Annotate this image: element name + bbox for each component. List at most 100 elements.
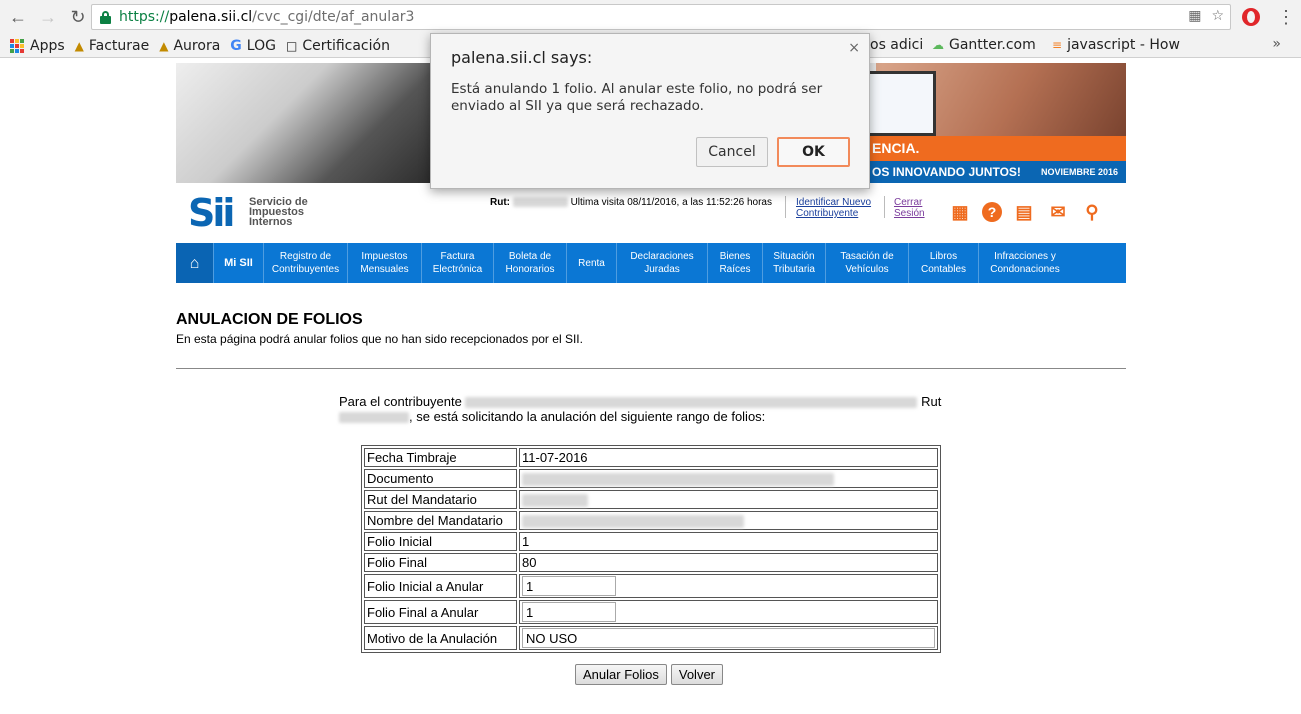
stackoverflow-icon: ≡ (1052, 38, 1063, 52)
nav-bienes[interactable]: Bienes Raíces (708, 243, 763, 283)
lock-icon (100, 10, 111, 24)
bookmark-label: Facturae (88, 37, 150, 54)
nav-home[interactable]: ⌂ (176, 243, 214, 283)
nombre-mandatario-redacted (522, 515, 744, 529)
logout-link[interactable]: Cerrar Sesión (894, 197, 925, 219)
nav-libros[interactable]: Libros Contables (909, 243, 979, 283)
motivo-input[interactable] (522, 628, 935, 649)
nav-registro[interactable]: Registro de Contribuyentes (264, 243, 348, 283)
nav-label: Raíces (719, 264, 751, 275)
bookmark-facturae[interactable]: ▲ Facturae (75, 38, 150, 54)
nav-boleta[interactable]: Boleta de Honorarios (494, 243, 567, 283)
fecha-timbraje-label: Fecha Timbraje (364, 448, 517, 467)
bookmark-partial[interactable]: os adici (870, 37, 923, 53)
motivo-cell (519, 626, 938, 651)
star-icon[interactable]: ☆ (1211, 8, 1224, 24)
dialog-title: palena.sii.cl says: (451, 48, 593, 67)
bookmark-label: Apps (30, 37, 65, 54)
nav-declaraciones[interactable]: Declaraciones Juradas (617, 243, 708, 283)
bookmark-apps[interactable]: Apps (10, 38, 65, 54)
apps-grid-icon (10, 38, 24, 53)
forward-icon[interactable]: → (36, 5, 60, 29)
contact-icon[interactable]: ✉ (1046, 200, 1070, 224)
nav-label: Registro de (279, 251, 332, 262)
calendar-icon[interactable]: ▦ (948, 200, 972, 224)
table-row: Folio Final 80 (364, 553, 938, 573)
nav-label: Declaraciones (630, 251, 694, 262)
nav-label: Condonaciones (990, 264, 1060, 275)
google-icon: G (230, 37, 242, 54)
table-row: Documento (364, 469, 938, 489)
url-path: /cvc_cgi/dte/af_anular3 (252, 9, 415, 25)
close-icon[interactable]: × (848, 40, 860, 56)
folio-inicial-anular-label: Folio Inicial a Anular (364, 574, 517, 599)
link-line: Identificar Nuevo (796, 197, 872, 208)
nav-impuestos[interactable]: Impuestos Mensuales (348, 243, 422, 283)
bookmark-label: javascript - How (1067, 37, 1180, 53)
search-icon[interactable]: ⚲ (1080, 200, 1104, 224)
bookmark-aurora[interactable]: ▲ Aurora (159, 38, 220, 54)
sii-logo-mark: Sii (188, 191, 235, 235)
table-row: Fecha Timbraje 11-07-2016 (364, 448, 938, 467)
table-row: Nombre del Mandatario (364, 511, 938, 531)
link-line: Cerrar (894, 197, 923, 208)
nav-label: Honorarios (505, 264, 555, 275)
nav-label: Mi SII (224, 256, 253, 269)
divider (884, 196, 885, 218)
folio-final-anular-label: Folio Final a Anular (364, 600, 517, 625)
help-icon[interactable]: ? (982, 202, 1002, 222)
para-text: , se está solicitando la anulación del s… (409, 409, 766, 424)
table-row: Motivo de la Anulación (364, 626, 938, 651)
nav-situacion[interactable]: Situación Tributaria (763, 243, 826, 283)
banner-slogan: OS INNOVANDO JUNTOS! (872, 165, 1021, 179)
banner-blue-strip: OS INNOVANDO JUNTOS! NOVIEMBRE 2016 (866, 161, 1126, 183)
tool-icons: ▦ ? ▤ ✉ ⚲ (948, 200, 1104, 224)
reload-icon[interactable]: ↻ (66, 5, 90, 29)
pma-icon: ▲ (159, 38, 169, 53)
folio-final-anular-input[interactable] (522, 602, 616, 623)
folio-inicial-label: Folio Inicial (364, 532, 517, 552)
nav-label: Bienes (719, 251, 751, 262)
documents-icon[interactable]: ▤ (1012, 200, 1036, 224)
sii-logo[interactable]: Sii Servicio de Impuestos Internos (188, 189, 328, 233)
rut-label: Rut: (490, 197, 510, 208)
nav-tasacion[interactable]: Tasación de Vehículos (826, 243, 909, 283)
ok-button[interactable]: OK (777, 137, 850, 167)
table-row: Folio Inicial a Anular (364, 574, 938, 599)
bookmark-gantter[interactable]: ☁ Gantter.com (932, 37, 1036, 53)
house-icon: ⌂ (189, 254, 200, 272)
form-buttons: Anular Folios Volver (575, 664, 724, 685)
page-title: ANULACION DE FOLIOS (176, 311, 363, 328)
opera-icon[interactable] (1242, 8, 1260, 26)
divider (176, 368, 1126, 369)
divider (785, 196, 786, 218)
nav-label: Boleta de (508, 251, 552, 262)
nav-label: Contables (920, 264, 967, 275)
nav-factura[interactable]: Factura Electrónica (422, 243, 494, 283)
bookmark-log[interactable]: G LOG (230, 38, 276, 54)
folio-inicial-anular-input[interactable] (522, 576, 616, 597)
nav-label: Impuestos (361, 251, 408, 262)
volver-button[interactable]: Volver (670, 664, 724, 685)
bookmark-javascript[interactable]: ≡ javascript - How (1052, 37, 1180, 53)
documento-value (519, 469, 938, 489)
folio-inicial-anular-cell (519, 574, 938, 599)
cancel-button[interactable]: Cancel (696, 137, 768, 167)
page-subtitle: En esta página podrá anular folios que n… (176, 332, 583, 346)
browser-menu-icon[interactable]: ⋮ (1277, 6, 1295, 28)
folio-final-anular-cell (519, 600, 938, 625)
nav-infracciones[interactable]: Infracciones y Condonaciones (979, 243, 1071, 283)
bookmarks-more-icon[interactable]: » (1272, 36, 1281, 52)
address-bar[interactable]: https://palena.sii.cl/cvc_cgi/dte/af_anu… (91, 4, 1231, 30)
folio-form-table: Fecha Timbraje 11-07-2016 Documento Rut … (361, 445, 941, 654)
last-visit: Ultima visita 08/11/2016, a las 11:52:26… (570, 197, 772, 208)
translate-icon[interactable]: ▦ (1188, 8, 1201, 24)
anular-folios-button[interactable]: Anular Folios (575, 664, 667, 685)
nav-renta[interactable]: Renta (567, 243, 617, 283)
back-icon[interactable]: ← (6, 5, 30, 29)
nav-label: Mensuales (360, 264, 409, 275)
bookmark-label: Aurora (173, 37, 221, 54)
bookmark-certificacion[interactable]: □ Certificación (286, 38, 390, 54)
nav-mi-sii[interactable]: Mi SII (214, 243, 264, 283)
identify-contributor-link[interactable]: Identificar Nuevo Contribuyente (796, 197, 871, 219)
